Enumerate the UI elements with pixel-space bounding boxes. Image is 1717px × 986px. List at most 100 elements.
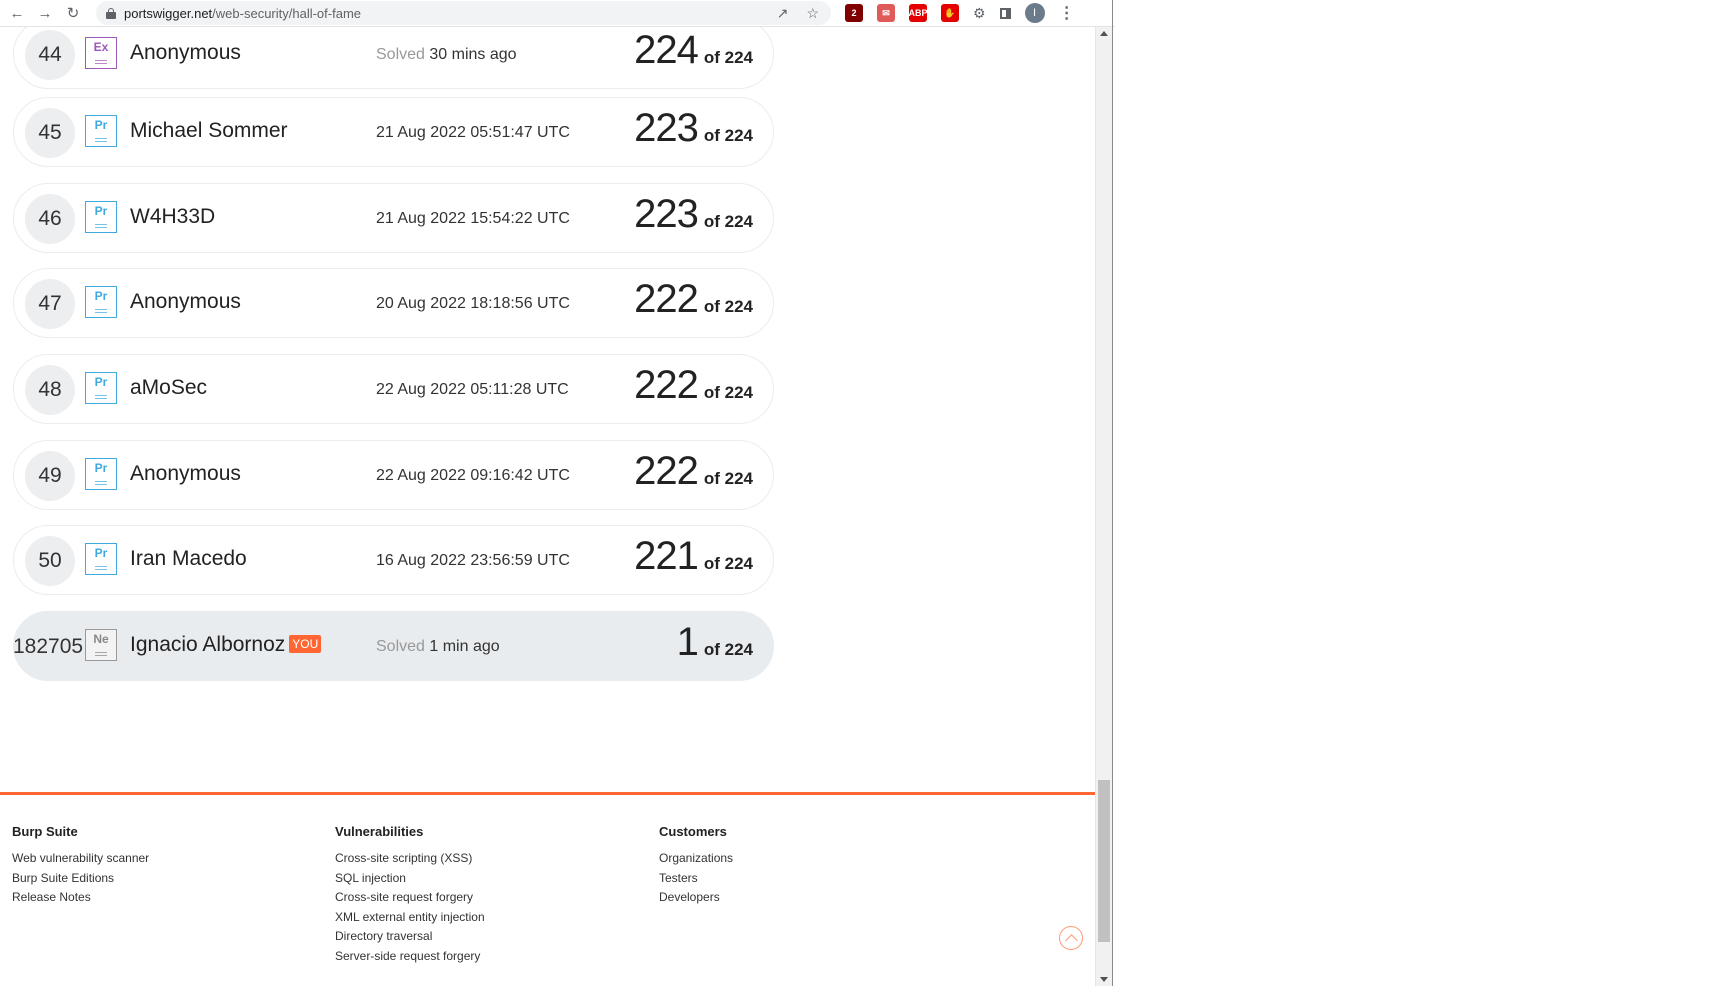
total-labs: of 224 (703, 126, 753, 145)
level-badge-icon: Pr (85, 201, 117, 233)
level-badge-icon: Pr (85, 543, 117, 575)
footer-link[interactable]: Testers (659, 869, 733, 889)
lab-score: 223 of 224 (634, 106, 753, 151)
footer-link[interactable]: Web vulnerability scanner (12, 849, 149, 869)
username: W4H33D (130, 205, 216, 228)
username: Iran Macedo (130, 547, 247, 570)
lab-score: 221 of 224 (634, 534, 753, 579)
footer-column-title: Vulnerabilities (335, 824, 424, 839)
leaderboard-row: 44 Ex Anonymous Solved 30 mins ago 224 of 224 (13, 27, 774, 89)
lab-score: 222 of 224 (634, 277, 753, 322)
solved-count: 222 (634, 277, 699, 321)
ublock-extension-icon[interactable]: 2 (845, 4, 863, 22)
rank-number: 44 (25, 30, 75, 80)
username: Anonymous (130, 41, 241, 64)
footer-link[interactable]: Organizations (659, 849, 733, 869)
url-host: portswigger.net (124, 5, 213, 21)
total-labs: of 224 (703, 554, 753, 573)
bookmark-star-icon[interactable]: ☆ (806, 5, 819, 22)
reload-icon[interactable]: ↻ (62, 2, 84, 24)
level-badge-icon: Pr (85, 115, 117, 147)
scroll-to-top-button[interactable] (1059, 926, 1083, 950)
username: Ignacio Albornoz YOU (130, 633, 322, 657)
footer-column: Vulnerabilities Cross-site scripting (XSS… (335, 824, 485, 966)
footer-column: Burp Suite Web vulnerability scanner Burp … (12, 824, 149, 908)
you-badge: YOU (289, 635, 322, 653)
footer-column: Customers Organizations Testers Developers (659, 824, 733, 908)
window-edge (1112, 0, 1113, 986)
rank-number: 182705 (13, 635, 84, 658)
stop-extension-icon[interactable]: ✋ (941, 4, 959, 22)
solved-count: 223 (634, 192, 699, 236)
solved-time: Solved 1 min ago (376, 638, 500, 655)
profile-avatar[interactable]: I (1024, 3, 1045, 23)
leaderboard-row: 47 Pr Anonymous 20 Aug 2022 18:18:56 UTC 22… (13, 268, 774, 338)
footer-link[interactable]: Cross-site request forgery (335, 888, 485, 908)
footer-divider (0, 792, 1095, 795)
solved-count: 221 (634, 534, 699, 578)
rank-number: 50 (25, 536, 75, 586)
footer-link[interactable]: Server-side request forgery (335, 947, 485, 967)
lab-score: 222 of 224 (634, 363, 753, 408)
footer-column-title: Burp Suite (12, 824, 78, 839)
rank-number: 48 (25, 365, 75, 415)
solved-time: 22 Aug 2022 05:11:28 UTC (376, 381, 569, 398)
total-labs: of 224 (703, 48, 753, 67)
rank-number: 45 (25, 108, 75, 158)
rank-number: 46 (25, 194, 75, 244)
back-arrow-icon[interactable]: ← (6, 2, 28, 24)
lab-score: 222 of 224 (634, 449, 753, 494)
scroll-thumb[interactable] (1098, 780, 1110, 942)
solved-count: 222 (634, 363, 699, 407)
username: Michael Sommer (130, 119, 288, 142)
url-path: /web-security/hall-of-fame (212, 5, 361, 21)
footer-link[interactable]: Cross-site scripting (XSS) (335, 849, 485, 869)
level-badge-icon: Pr (85, 286, 117, 318)
level-badge-icon: Ex (85, 37, 117, 69)
browser-toolbar: ← → ↻ portswigger.net/web-security/hall-… (0, 0, 1115, 27)
level-badge-icon: Pr (85, 372, 117, 404)
abp-extension-icon[interactable]: ABP (909, 4, 928, 22)
solved-count: 223 (634, 106, 699, 150)
solved-time: 21 Aug 2022 15:54:22 UTC (376, 210, 570, 227)
level-badge-icon: Pr (85, 458, 117, 490)
side-panel-icon[interactable] (999, 7, 1011, 19)
puzzle-icon[interactable]: ⚙ (973, 5, 986, 22)
page-content: 44 Ex Anonymous Solved 30 mins ago 224 of 224… (0, 27, 1095, 986)
footer-link[interactable]: SQL injection (335, 869, 485, 889)
solved-time: 21 Aug 2022 05:51:47 UTC (376, 124, 570, 141)
lab-score: 1 of 224 (677, 620, 753, 665)
rank-number: 47 (25, 279, 75, 329)
leaderboard-row: 46 Pr W4H33D 21 Aug 2022 15:54:22 UTC 223 of… (13, 183, 774, 253)
share-icon[interactable]: ↗ (777, 5, 789, 22)
footer-link[interactable]: XML external entity injection (335, 908, 485, 928)
footer-link[interactable]: Directory traversal (335, 927, 485, 947)
total-labs: of 224 (703, 640, 753, 659)
current-user-row: 182705 Ne Ignacio Albornoz YOU Solved 1 min … (13, 611, 774, 681)
username: Anonymous (130, 462, 241, 485)
footer-link[interactable]: Release Notes (12, 888, 149, 908)
solved-count: 1 (676, 620, 699, 664)
address-bar[interactable]: portswigger.net/web-security/hall-of-fam… (96, 1, 831, 25)
footer-link[interactable]: Burp Suite Editions (12, 869, 149, 889)
footer-column-title: Customers (659, 824, 727, 839)
leaderboard-row: 49 Pr Anonymous 22 Aug 2022 09:16:42 UTC 22… (13, 440, 774, 510)
total-labs: of 224 (703, 469, 753, 488)
leaderboard-row: 45 Pr Michael Sommer 21 Aug 2022 05:51:47 … (13, 97, 774, 167)
chevron-up-icon (1064, 933, 1078, 947)
mail-ext-extension-icon[interactable]: ✉ (877, 4, 895, 22)
solved-count: 222 (634, 449, 699, 493)
footer-link[interactable]: Developers (659, 888, 733, 908)
solved-count: 224 (634, 28, 699, 72)
lock-icon[interactable] (106, 7, 116, 19)
leaderboard-row: 48 Pr aMoSec 22 Aug 2022 05:11:28 UTC 222 of… (13, 354, 774, 424)
total-labs: of 224 (703, 383, 753, 402)
scroll-up-arrow-icon[interactable] (1100, 31, 1108, 36)
kebab-menu-icon[interactable]: ⋮ (1059, 3, 1075, 23)
username: aMoSec (130, 376, 208, 399)
leaderboard-row: 50 Pr Iran Macedo 16 Aug 2022 23:56:59 UTC… (13, 525, 774, 595)
username: Anonymous (130, 290, 241, 313)
forward-arrow-icon[interactable]: → (34, 2, 56, 24)
page-scrollbar[interactable] (1095, 27, 1113, 986)
scroll-down-arrow-icon[interactable] (1100, 977, 1108, 982)
